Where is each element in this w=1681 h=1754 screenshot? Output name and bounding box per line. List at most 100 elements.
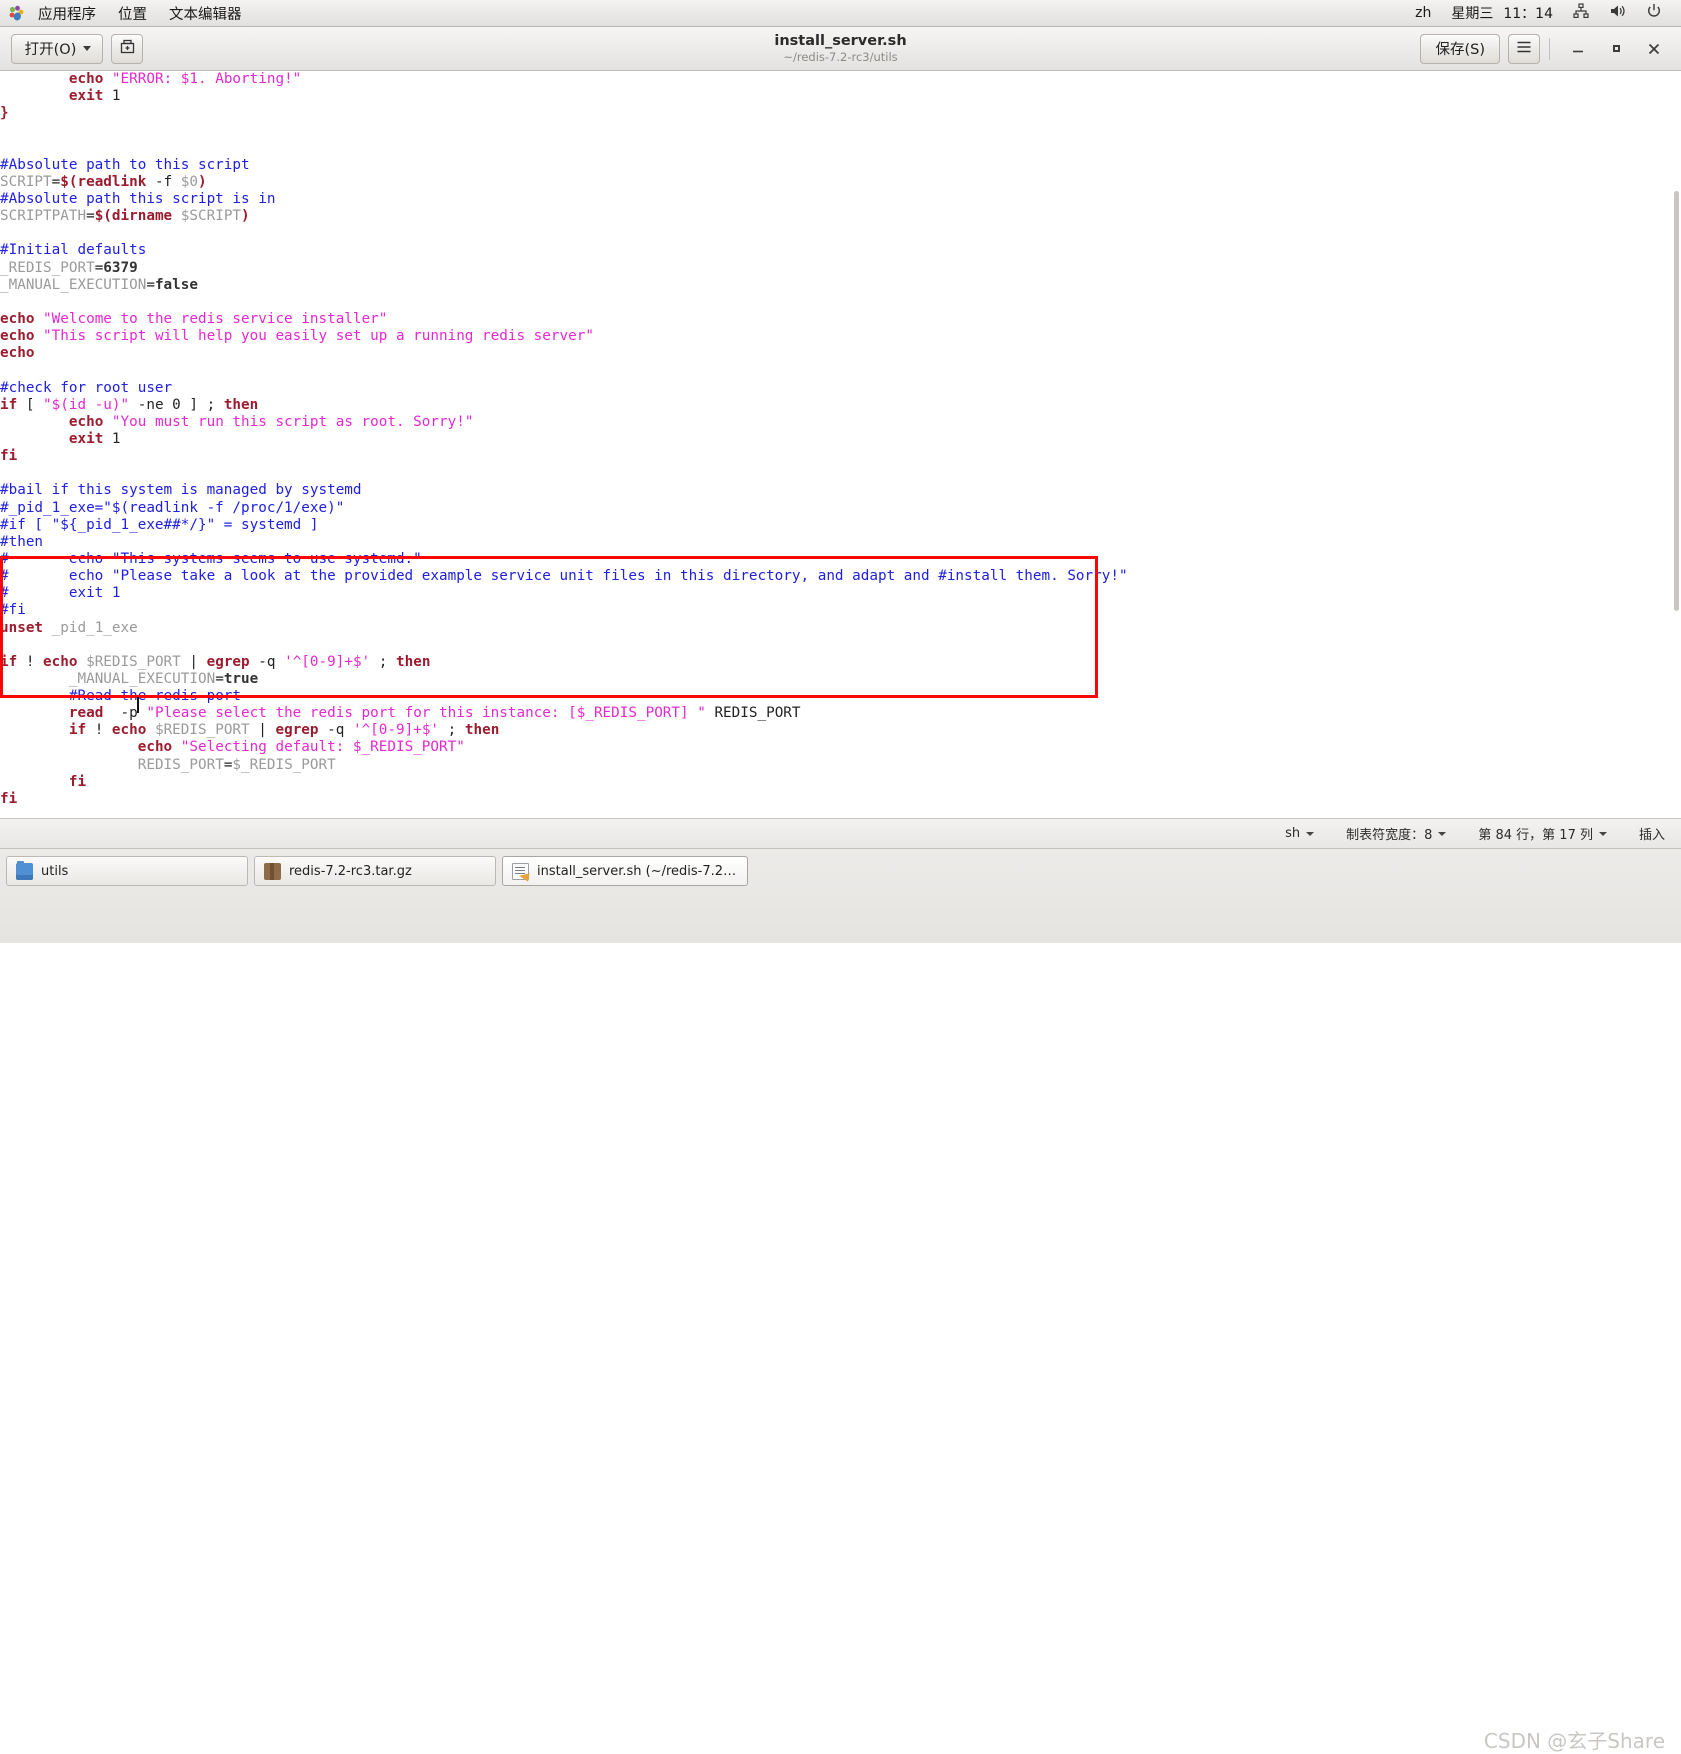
new-document-button[interactable] [111,33,143,64]
minimize-icon[interactable] [1559,30,1597,68]
archive-icon [264,862,281,880]
close-icon[interactable] [1635,30,1673,68]
code-token: SCRIPT [0,173,52,190]
code-token: ; [370,653,396,670]
code-line: #check for root user [0,380,1128,397]
code-token: '^[0-9]+$' [284,653,371,670]
code-line: } [0,105,1128,122]
code-line: echo "This script will help you easily s… [0,328,1128,345]
code-token: = [146,276,155,293]
code-token: _MANUAL_EXECUTION [68,670,216,687]
editor-text-area[interactable]: echo "ERROR: $1. Aborting!" exit 1} #Abs… [0,71,1681,818]
code-token: if [68,722,87,739]
hamburger-menu-icon [1516,40,1532,58]
tab-width-label: 制表符宽度：8 [1346,828,1433,843]
code-token: egrep [206,653,250,670]
code-token: # echo "Please take a look at the provid… [0,568,1128,585]
panel-menu-applications[interactable]: 应用程序 [27,1,107,26]
insert-mode-label: 插入 [1638,828,1665,843]
panel-tray-group: zh 星期三 11：14 [1405,1,1681,25]
panel-clock[interactable]: 11：14 [1503,1,1563,25]
code-token: readlink [77,173,147,190]
code-line: REDIS_PORT=$_REDIS_PORT [0,757,1128,774]
titlebar-left-group: 打开(O) [0,33,143,64]
hamburger-menu-button[interactable] [1508,33,1540,64]
taskbar-item-label: utils [41,863,69,879]
code-token: echo [43,653,78,670]
code-token: echo [68,413,104,430]
code-line: #fi [0,602,1128,619]
text-cursor [137,697,139,713]
code-token: # exit 1 [0,585,121,602]
taskbar-item-label: install_server.sh (~/redis-7.2-rc3/ut··· [537,863,738,879]
network-tray-icon[interactable] [1563,1,1599,25]
cursor-position-selector[interactable]: 第 84 行，第 17 列 [1462,824,1623,843]
code-token: #if [ "${_pid_1_exe##*/}" = systemd ] [0,516,319,533]
gnome-foot-icon [8,5,25,22]
panel-day[interactable]: 星期三 [1441,1,1503,25]
taskbar-item-utils[interactable]: utils [6,856,248,886]
code-token: 6379 [103,259,138,276]
panel-menu-places[interactable]: 位置 [107,1,158,26]
vertical-scrollbar[interactable] [1672,71,1681,818]
code-line: #bail if this system is managed by syste… [0,482,1128,499]
panel-menu-text-editor[interactable]: 文本编辑器 [158,1,253,26]
save-button[interactable]: 保存(S) [1420,33,1500,64]
code-token: $0 [180,173,199,190]
code-token: #check for root user [0,379,173,396]
volume-tray-icon[interactable] [1599,1,1636,25]
code-line: fi [0,791,1128,808]
new-document-icon [119,38,136,59]
code-line: echo "Welcome to the redis service insta… [0,311,1128,328]
maximize-icon[interactable] [1597,30,1635,68]
code-line: # echo "This systems seems to use system… [0,551,1128,568]
code-token: ! [86,722,112,739]
input-method-indicator[interactable]: zh [1405,3,1441,23]
code-line: fi [0,448,1128,465]
code-token: then [396,653,431,670]
power-tray-icon[interactable] [1636,1,1672,25]
code-line: exit 1 [0,431,1128,448]
code-token: } [0,105,9,122]
code-token: if [0,653,18,670]
taskbar-item-install-server[interactable]: install_server.sh (~/redis-7.2-rc3/ut··· [502,856,748,886]
code-line: echo "You must run this script as root. … [0,414,1128,431]
chevron-down-icon [1306,831,1315,836]
window-subtitle-path: ~/redis-7.2-rc3/utils [783,49,898,64]
code-line: _REDIS_PORT=6379 [0,260,1128,277]
watermark-text: CSDN @玄子Share [1483,1729,1665,1753]
code-token: # echo "This systems seems to use system… [0,550,422,567]
cursor-position-label: 第 84 行，第 17 列 [1478,828,1593,843]
code-token: $_REDIS_PORT [232,756,336,773]
code-token: SCRIPTPATH [0,208,87,225]
taskbar-item-archive[interactable]: redis-7.2-rc3.tar.gz [254,856,496,886]
code-token: '^[0-9]+$' [352,722,440,739]
code-token: -ne 0 ] ; [129,396,224,413]
titlebar-divider [1549,37,1550,60]
taskbar-item-label: redis-7.2-rc3.tar.gz [289,863,412,879]
open-button[interactable]: 打开(O) [11,33,103,64]
code-token: -q [318,722,353,739]
source-code-content[interactable]: echo "ERROR: $1. Aborting!" exit 1} #Abs… [0,71,1128,808]
code-token: ; [439,722,465,739]
code-line: #_pid_1_exe="$(readlink -f /proc/1/exe)" [0,500,1128,517]
code-line: _MANUAL_EXECUTION=false [0,277,1128,294]
status-bar: sh 制表符宽度：8 第 84 行，第 17 列 插入 [0,818,1681,848]
scrollbar-thumb[interactable] [1674,191,1679,611]
language-selector[interactable]: sh [1269,826,1330,841]
code-token: #Read the redis port [68,688,242,705]
window-title: install_server.sh [774,33,907,50]
code-line: SCRIPT=$(readlink -f $0) [0,174,1128,191]
code-token: = [94,259,104,276]
tab-width-selector[interactable]: 制表符宽度：8 [1330,824,1462,843]
